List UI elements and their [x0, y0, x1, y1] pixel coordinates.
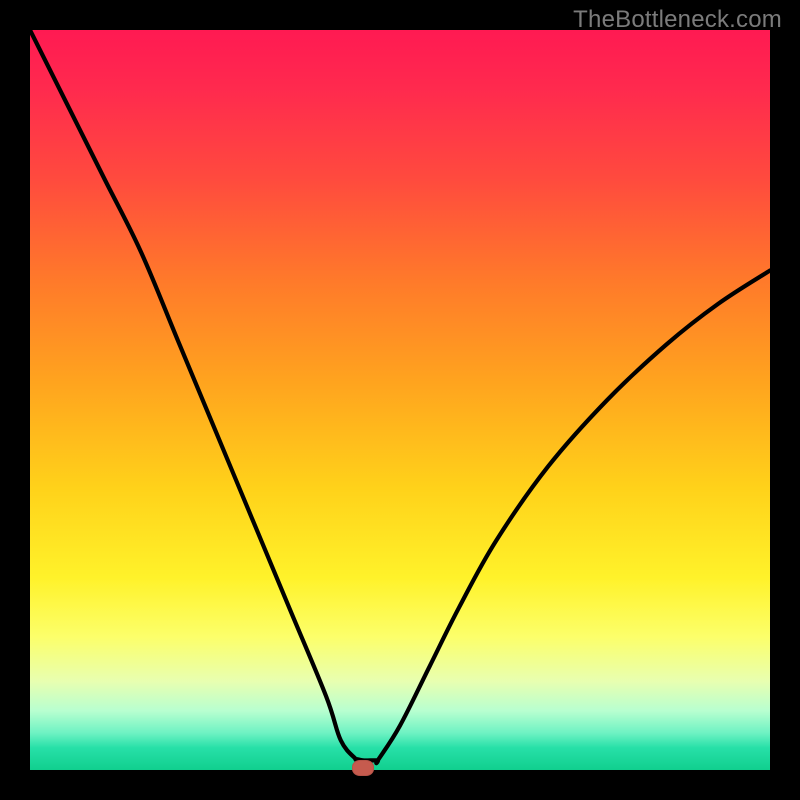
- chart-frame: TheBottleneck.com: [0, 0, 800, 800]
- bottleneck-curve: [30, 30, 770, 770]
- plot-area: [30, 30, 770, 770]
- curve-path: [30, 30, 770, 763]
- optimum-marker: [352, 760, 374, 776]
